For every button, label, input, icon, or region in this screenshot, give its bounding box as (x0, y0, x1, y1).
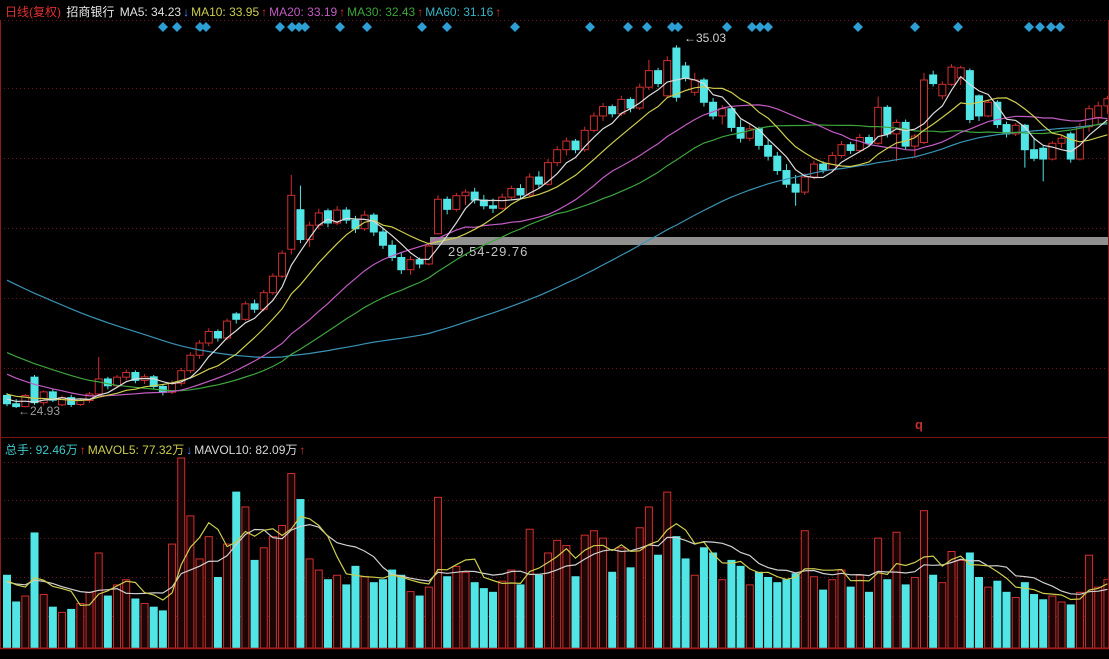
mavol-arrow-0: ↑ (80, 443, 86, 457)
mavol-arrow-2: ↑ (299, 443, 305, 457)
mavol-label-0: 总手: 92.46万 (5, 443, 78, 457)
mavol-label-2: MAVOL10: 82.09万 (194, 443, 297, 457)
gap-band (430, 237, 1109, 245)
watermark-letter: q (915, 417, 923, 432)
ma-label-0: MA5: 34.23 (120, 5, 181, 19)
ma-arrow-0: ↓ (183, 5, 189, 19)
ma-arrow-1: ↑ (261, 5, 267, 19)
price-pane-header: 日线(复权) 招商银行 MA5: 34.23↓MA10: 33.95↑MA20:… (5, 3, 505, 20)
ma-label-2: MA20: 33.19 (269, 5, 337, 19)
mavol-label-1: MAVOL5: 77.32万 (88, 443, 185, 457)
chart-canvas[interactable] (0, 0, 1109, 659)
gap-zone-annotation: 29.54-29.76 (448, 244, 528, 259)
mavol-legend: 总手: 92.46万↑MAVOL5: 77.32万↓MAVOL10: 82.09… (5, 443, 307, 457)
mavol-arrow-1: ↓ (186, 443, 192, 457)
ma-legend: MA5: 34.23↓MA10: 33.95↑MA20: 33.19↑MA30:… (120, 5, 504, 19)
ma-label-4: MA60: 31.16 (425, 5, 493, 19)
peak-price-annotation: ←35.03 (684, 31, 726, 45)
low-price-annotation: ←24.93 (18, 404, 60, 418)
ma-label-3: MA30: 32.43 (347, 5, 415, 19)
chart-window: 日线(复权) 招商银行 MA5: 34.23↓MA10: 33.95↑MA20:… (0, 0, 1109, 659)
volume-pane-header: 总手: 92.46万↑MAVOL5: 77.32万↓MAVOL10: 82.09… (5, 441, 309, 458)
ma-arrow-3: ↑ (417, 5, 423, 19)
stock-name: 招商银行 (66, 5, 114, 19)
ma-arrow-2: ↑ (339, 5, 345, 19)
ma-arrow-4: ↑ (495, 5, 501, 19)
ma-label-1: MA10: 33.95 (191, 5, 259, 19)
period-label: 日线(复权) (5, 5, 61, 19)
